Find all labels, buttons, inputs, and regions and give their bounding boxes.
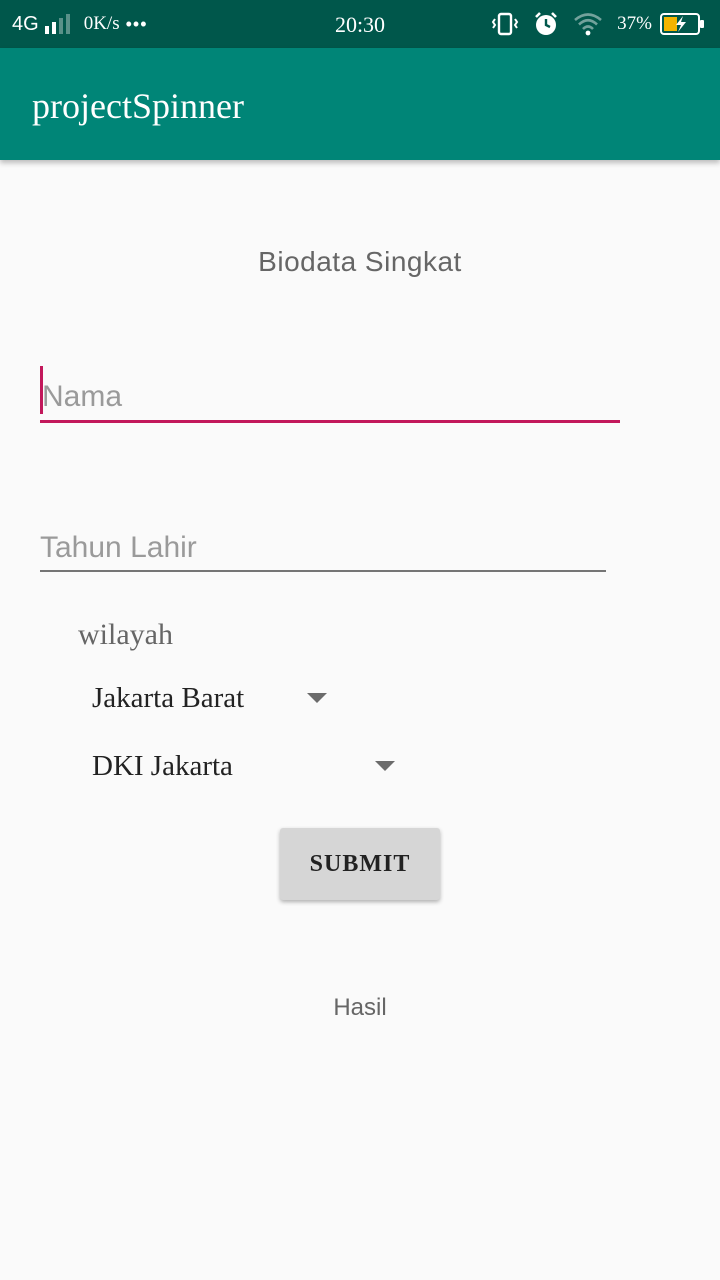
birth-year-underline: [40, 570, 606, 572]
dropdown-arrow-icon: [375, 761, 395, 771]
city-selected: Jakarta Barat: [92, 681, 245, 714]
vibrate-icon: [491, 12, 519, 36]
province-spinner[interactable]: DKI Jakarta: [92, 738, 400, 794]
name-input[interactable]: [40, 364, 620, 420]
form-heading: Biodata Singkat: [258, 246, 462, 277]
wifi-icon: [573, 12, 603, 36]
more-notifications-icon: •••: [125, 13, 148, 34]
signal-icon: [44, 14, 70, 34]
network-speed: 0K/s: [83, 13, 120, 34]
status-left: 4G 0K/s •••: [12, 0, 148, 48]
submit-button[interactable]: SUBMIT: [280, 828, 440, 900]
region-label: wilayah: [78, 618, 173, 651]
birth-year-input[interactable]: [40, 518, 606, 570]
text-cursor: [40, 366, 43, 414]
name-field[interactable]: [40, 364, 620, 424]
birth-year-field[interactable]: [40, 518, 606, 574]
status-bar: 4G 0K/s ••• 20:30 37%: [0, 0, 720, 48]
app-title: projectSpinner: [32, 86, 244, 126]
city-spinner[interactable]: Jakarta Barat: [92, 670, 332, 726]
battery-charging-icon: [660, 13, 706, 35]
province-selected: DKI Jakarta: [92, 749, 233, 782]
result-text: Hasil: [333, 994, 387, 1021]
status-right: 37%: [491, 0, 706, 48]
network-type: 4G: [12, 12, 39, 35]
battery-percent: 37%: [617, 13, 652, 34]
dropdown-arrow-icon: [307, 693, 327, 703]
app-bar: projectSpinner: [0, 48, 720, 160]
alarm-icon: [533, 11, 559, 37]
name-underline: [40, 420, 620, 423]
